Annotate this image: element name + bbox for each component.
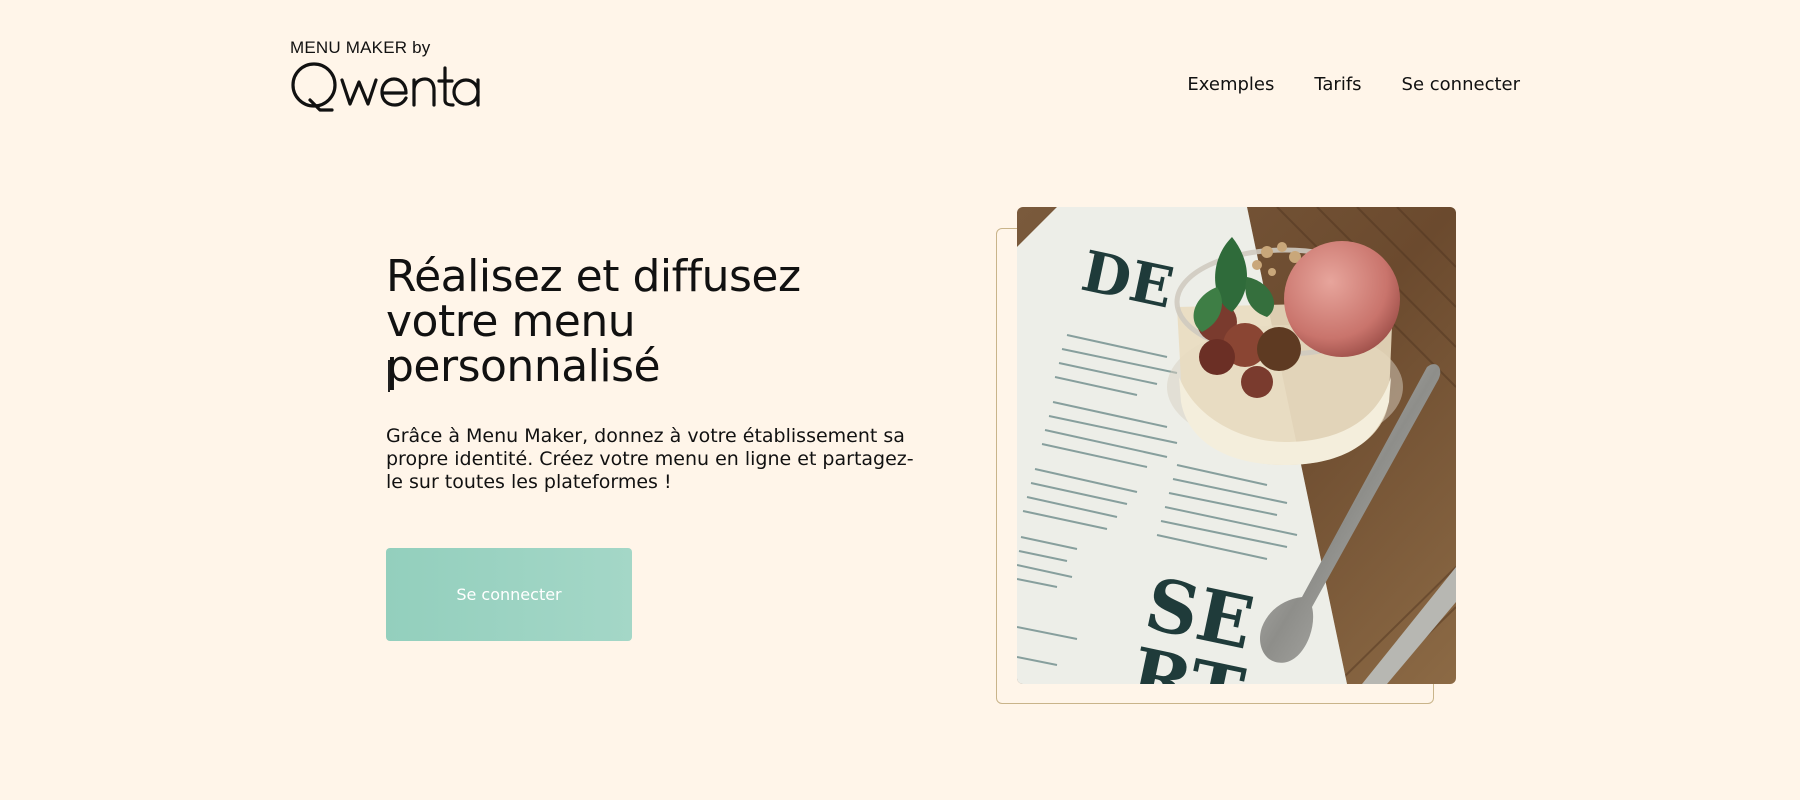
hero-login-button[interactable]: Se connecter bbox=[386, 548, 632, 641]
main-nav: Exemples Tarifs Se connecter bbox=[1187, 72, 1520, 98]
brand-logo[interactable]: MENU MAKER by bbox=[290, 38, 490, 112]
logo-tagline: MENU MAKER by bbox=[290, 38, 431, 57]
nav-link-se-connecter[interactable]: Se connecter bbox=[1402, 72, 1520, 98]
qwenta-wordmark bbox=[290, 60, 480, 116]
dessert-menu-photo: DE SE RT bbox=[1017, 207, 1456, 684]
nav-link-tarifs[interactable]: Tarifs bbox=[1314, 72, 1361, 98]
text-cursor bbox=[388, 360, 390, 392]
hero-description: Grâce à Menu Maker, donnez à votre établ… bbox=[386, 425, 914, 493]
nav-link-exemples[interactable]: Exemples bbox=[1187, 72, 1274, 98]
hero-title: Réalisez et diffusez votre menu personna… bbox=[386, 251, 801, 392]
